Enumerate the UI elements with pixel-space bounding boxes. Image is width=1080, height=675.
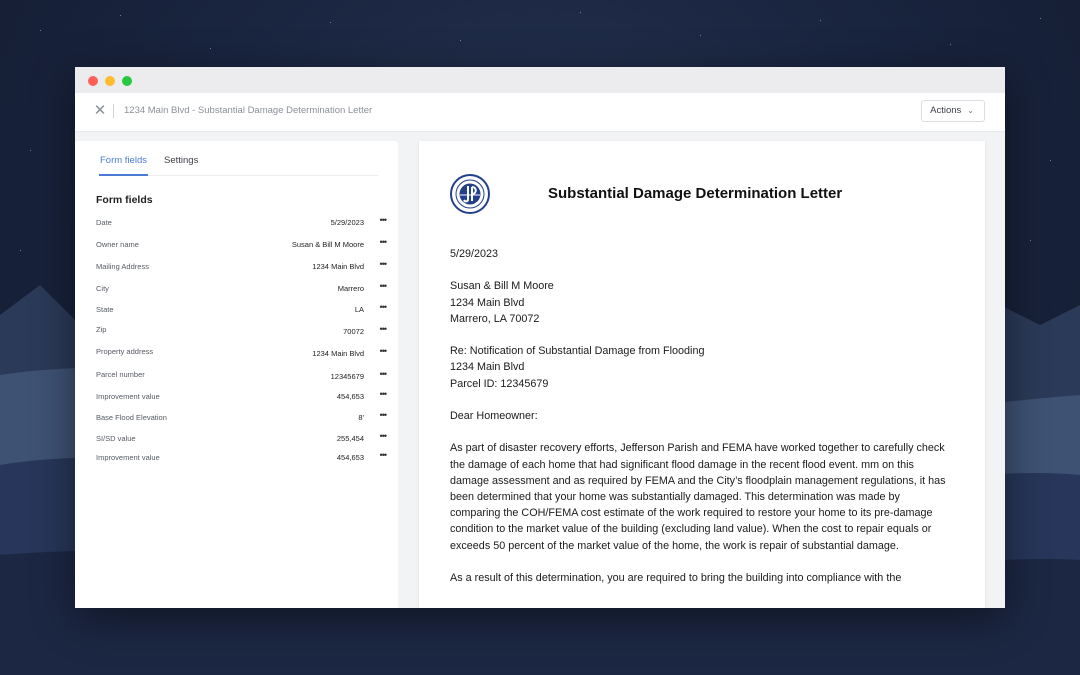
field-value[interactable]: Susan & Bill M Moore bbox=[292, 240, 364, 249]
field-row-parcel-number: Parcel number 12345679 ••• bbox=[96, 368, 388, 386]
field-row-improvement-value-2: Improvement value 454,653 ••• bbox=[96, 450, 388, 469]
close-window-dot[interactable] bbox=[88, 76, 98, 86]
parish-seal-icon bbox=[450, 174, 490, 214]
minimize-window-dot[interactable] bbox=[105, 76, 115, 86]
letter-paragraph: As part of disaster recovery efforts, Je… bbox=[450, 442, 946, 552]
field-row-owner-name: Owner name Susan & Bill M Moore ••• bbox=[96, 237, 388, 256]
more-options-icon[interactable]: ••• bbox=[380, 410, 388, 420]
actions-label: Actions bbox=[930, 105, 962, 116]
field-value[interactable]: 8' bbox=[358, 413, 364, 422]
field-label: City bbox=[96, 284, 109, 293]
more-options-icon[interactable]: ••• bbox=[380, 237, 388, 247]
app-window: ✕ 1234 Main Blvd - Substantial Damage De… bbox=[75, 67, 1005, 608]
field-label: Parcel number bbox=[96, 370, 145, 379]
more-options-icon[interactable]: ••• bbox=[380, 281, 388, 291]
more-options-icon[interactable]: ••• bbox=[380, 369, 388, 379]
document-header: ✕ 1234 Main Blvd - Substantial Damage De… bbox=[75, 93, 1005, 132]
field-label: Mailing Address bbox=[96, 262, 149, 271]
field-value[interactable]: 1234 Main Blvd bbox=[312, 349, 364, 358]
recipient-line: Marrero, LA 70072 bbox=[450, 312, 540, 325]
field-value[interactable]: LA bbox=[355, 305, 364, 314]
field-value[interactable]: 70072 bbox=[343, 327, 364, 336]
field-row-city: City Marrero ••• bbox=[96, 281, 388, 300]
actions-button[interactable]: Actions ⌄ bbox=[921, 100, 985, 122]
header-divider bbox=[113, 104, 114, 118]
salutation: Dear Homeowner: bbox=[450, 409, 538, 422]
field-row-property-address: Property address 1234 Main Blvd ••• bbox=[96, 345, 388, 363]
more-options-icon[interactable]: ••• bbox=[380, 389, 388, 399]
more-options-icon[interactable]: ••• bbox=[380, 431, 388, 441]
more-options-icon[interactable]: ••• bbox=[380, 302, 388, 312]
maximize-window-dot[interactable] bbox=[122, 76, 132, 86]
letter-date: 5/29/2023 bbox=[450, 248, 499, 260]
recipient-block: Susan & Bill M Moore 1234 Main Blvd Marr… bbox=[450, 278, 950, 327]
tab-form-fields[interactable]: Form fields bbox=[100, 155, 147, 166]
more-options-icon[interactable]: ••• bbox=[380, 324, 388, 334]
field-label: Improvement value bbox=[96, 453, 160, 462]
letter-body: 5/29/2023 Susan & Bill M Moore 1234 Main… bbox=[450, 246, 950, 602]
tab-settings[interactable]: Settings bbox=[164, 155, 198, 166]
form-fields-panel: Form fields Settings Form fields Date 5/… bbox=[75, 141, 398, 608]
field-row-base-flood-elevation: Base Flood Elevation 8' ••• bbox=[96, 410, 388, 429]
field-row-mailing-address: Mailing Address 1234 Main Blvd ••• bbox=[96, 259, 388, 278]
field-label: Zip bbox=[96, 325, 107, 334]
field-row-date: Date 5/29/2023 ••• bbox=[96, 215, 388, 234]
close-icon[interactable]: ✕ bbox=[92, 103, 108, 119]
field-label: State bbox=[96, 305, 114, 314]
more-options-icon[interactable]: ••• bbox=[380, 259, 388, 269]
document-title: 1234 Main Blvd - Substantial Damage Dete… bbox=[124, 105, 373, 116]
more-options-icon[interactable]: ••• bbox=[380, 346, 388, 356]
field-value[interactable]: 454,653 bbox=[337, 453, 364, 462]
field-value[interactable]: 454,653 bbox=[337, 392, 364, 401]
field-value[interactable]: Marrero bbox=[338, 284, 364, 293]
re-line: Parcel ID: 12345679 bbox=[450, 377, 549, 390]
more-options-icon[interactable]: ••• bbox=[380, 450, 388, 460]
field-label: SI/SD value bbox=[96, 434, 136, 443]
re-line: 1234 Main Blvd bbox=[450, 361, 525, 374]
field-value[interactable]: 1234 Main Blvd bbox=[312, 262, 364, 271]
field-label: Date bbox=[96, 218, 112, 227]
letter-paragraph: As a result of this determination, you a… bbox=[450, 571, 902, 584]
field-value[interactable]: 12345679 bbox=[331, 372, 364, 381]
form-fields-heading: Form fields bbox=[96, 194, 153, 206]
recipient-line: Susan & Bill M Moore bbox=[450, 280, 554, 293]
more-options-icon[interactable]: ••• bbox=[380, 215, 388, 225]
field-row-zip: Zip 70072 ••• bbox=[96, 323, 388, 341]
field-label: Owner name bbox=[96, 240, 139, 249]
letter-preview: Substantial Damage Determination Letter … bbox=[419, 141, 985, 608]
recipient-line: 1234 Main Blvd bbox=[450, 296, 525, 309]
chevron-down-icon: ⌄ bbox=[967, 106, 974, 115]
field-value[interactable]: 5/29/2023 bbox=[331, 218, 364, 227]
letter-title: Substantial Damage Determination Letter bbox=[548, 185, 843, 202]
field-row-improvement-value: Improvement value 454,653 ••• bbox=[96, 389, 388, 408]
window-titlebar bbox=[75, 67, 1005, 93]
re-line: Re: Notification of Substantial Damage f… bbox=[450, 345, 705, 358]
field-row-si-sd-value: SI/SD value 255,454 ••• bbox=[96, 431, 388, 450]
field-label: Property address bbox=[96, 347, 154, 356]
field-row-state: State LA ••• bbox=[96, 302, 388, 321]
field-label: Base Flood Elevation bbox=[96, 413, 167, 422]
re-block: Re: Notification of Substantial Damage f… bbox=[450, 343, 950, 392]
active-tab-indicator bbox=[99, 174, 148, 176]
field-label: Improvement value bbox=[96, 392, 160, 401]
field-value[interactable]: 255,454 bbox=[337, 434, 364, 443]
